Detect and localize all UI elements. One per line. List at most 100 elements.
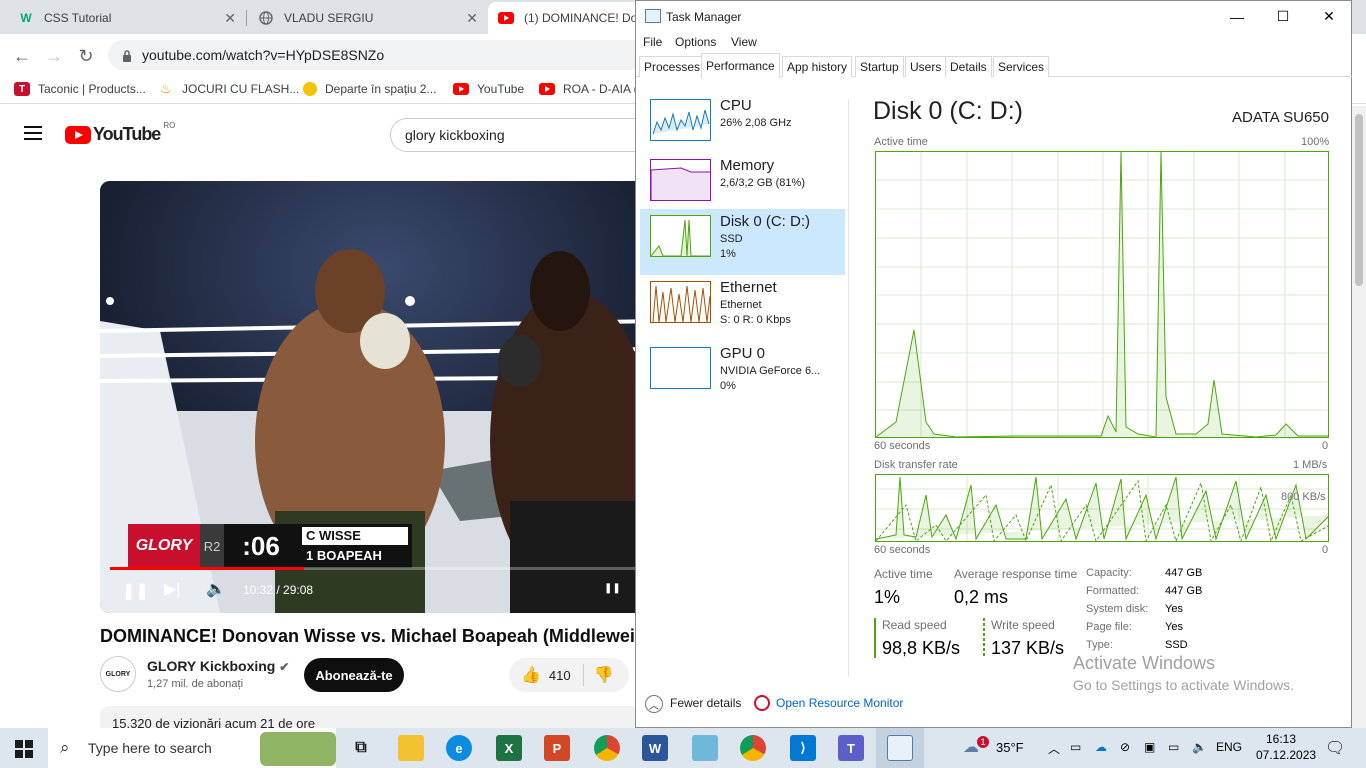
teams-icon[interactable]: T	[838, 735, 864, 761]
menu-options[interactable]: Options	[675, 35, 716, 49]
disk-heading: Disk 0 (C: D:)	[873, 97, 1023, 125]
avg-response-label: Average response time	[954, 567, 1078, 581]
network-icon[interactable]: ▭	[1070, 740, 1081, 754]
tab-css-tutorial[interactable]: W CSS Tutorial ✕	[8, 2, 244, 34]
forward-icon[interactable]: →	[41, 43, 67, 69]
reload-icon[interactable]: ↻	[73, 43, 99, 69]
active-time-stat-label: Active time	[874, 567, 933, 581]
wifi-off-icon[interactable]: ⊘	[1120, 740, 1130, 754]
video-player[interactable]: GLORY R2 :06 C WISSE 1 BOAPEAH ❚❚ ▶| 🔈 1…	[100, 181, 660, 613]
subscribe-button[interactable]: Abonează-te	[304, 658, 404, 692]
page-file-value: Yes	[1165, 621, 1183, 633]
channel-name-text: GLORY Kickboxing	[147, 658, 276, 674]
youtube-logo[interactable]: YouTube RO	[65, 121, 175, 145]
open-resource-monitor-link[interactable]: Open Resource Monitor	[776, 696, 903, 710]
menu-file[interactable]: File	[643, 35, 662, 49]
task-view-icon[interactable]: ⧉	[348, 735, 374, 761]
word-icon[interactable]: W	[642, 735, 668, 761]
scrollbar-thumb[interactable]	[1355, 114, 1363, 286]
dislike-icon[interactable]: 👎	[594, 665, 614, 685]
notifications-icon[interactable]: 🗨	[1325, 738, 1345, 758]
next-icon[interactable]: ▶|	[164, 579, 180, 599]
taskbar-search[interactable]: ⌕ Type here to search	[48, 728, 336, 768]
autoplay-toggle-icon[interactable]: ❚❚	[604, 583, 621, 594]
tab-services[interactable]: Services	[993, 56, 1050, 77]
video-progress-bar[interactable]	[110, 567, 650, 570]
bookmark-departe[interactable]: Departe în spațiu 2...	[303, 82, 436, 96]
file-explorer-icon[interactable]	[398, 735, 424, 761]
transfer-rate-max: 1 MB/s	[1293, 459, 1328, 471]
channel-avatar[interactable]: GLORY	[100, 656, 136, 692]
player-controls: ❚❚ ▶| 🔈 10:32 / 29:08 ❚❚	[100, 579, 660, 601]
vscode-icon[interactable]: ⟩	[790, 735, 816, 761]
window-title: Task Manager	[666, 10, 742, 24]
weather-temp[interactable]: 35°F	[996, 740, 1024, 755]
volume-icon[interactable]: 🔈	[206, 579, 226, 599]
tab-youtube[interactable]: (1) DOMINANCE! Dor	[488, 2, 648, 34]
active-time-graph	[875, 151, 1329, 438]
close-tab-icon[interactable]: ✕	[224, 10, 236, 27]
progress-fill	[110, 567, 305, 570]
tab-app-history[interactable]: App history	[782, 56, 853, 77]
onedrive-icon[interactable]: ☁	[1095, 740, 1107, 754]
close-icon[interactable]: ✕	[1306, 1, 1352, 32]
graph-time-span: 60 seconds	[874, 544, 931, 556]
tab-details[interactable]: Details	[945, 56, 992, 77]
gpu-thumbnail	[650, 347, 711, 389]
bookmark-taconic[interactable]: T Taconic | Products...	[14, 82, 146, 96]
page-scrollbar[interactable]	[1352, 106, 1366, 728]
windows-start-icon[interactable]	[15, 740, 33, 761]
sidebar-item-disk[interactable]: Disk 0 (C: D:) SSD 1%	[640, 209, 845, 275]
clock-date[interactable]: 07.12.2023	[1256, 748, 1316, 762]
sidebar-item-ethernet[interactable]: Ethernet Ethernet S: 0 R: 0 Kbps	[640, 275, 845, 341]
read-speed-value: 98,8 KB/s	[882, 638, 961, 658]
performance-sidebar: CPU 26% 2,08 GHz Memory 2,6/3,2 GB (81%)…	[640, 93, 845, 413]
sidebar-item-gpu[interactable]: GPU 0 NVIDIA GeForce 6... 0%	[640, 341, 845, 407]
formatted-label: Formatted:	[1086, 585, 1140, 597]
pause-icon[interactable]: ❚❚	[122, 581, 149, 601]
clock-time[interactable]: 16:13	[1266, 732, 1296, 746]
fighter-2: 1 BOAPEAH	[302, 547, 408, 565]
system-disk-value: Yes	[1165, 603, 1183, 615]
like-icon[interactable]: 👍	[521, 665, 541, 685]
url-text: youtube.com/watch?v=HYpDSE8SNZo	[142, 47, 385, 63]
minimize-icon[interactable]: —	[1214, 1, 1260, 32]
write-speed-label: Write speed	[991, 618, 1055, 632]
notepad-icon[interactable]	[692, 735, 718, 761]
tab-users[interactable]: Users	[905, 56, 947, 77]
chevron-up-icon[interactable]: ︿	[1048, 740, 1060, 757]
tab-processes[interactable]: Processes	[639, 56, 706, 77]
youtube-icon	[453, 82, 469, 96]
powerpoint-icon[interactable]: P	[544, 735, 570, 761]
menu-icon[interactable]	[24, 126, 42, 140]
chrome-icon[interactable]	[594, 735, 620, 761]
sidebar-item-cpu[interactable]: CPU 26% 2,08 GHz	[640, 93, 845, 159]
address-bar[interactable]: youtube.com/watch?v=HYpDSE8SNZo	[108, 40, 668, 70]
bookmark-roa[interactable]: ROA - D-AIA (	[539, 82, 638, 96]
battery-icon[interactable]: ▭	[1168, 740, 1179, 754]
edge-icon[interactable]: e	[446, 735, 472, 761]
back-icon[interactable]: ←	[9, 43, 35, 69]
close-tab-icon[interactable]: ✕	[466, 10, 478, 27]
bookmark-youtube[interactable]: YouTube	[453, 82, 524, 96]
menu-bar: File Options View	[636, 32, 1352, 54]
chrome-profile-icon[interactable]	[740, 735, 766, 761]
language-indicator[interactable]: ENG	[1216, 740, 1242, 754]
task-manager-icon	[887, 735, 913, 761]
bookmark-jocuri[interactable]: ♨ JOCURI CU FLASH...	[158, 81, 299, 96]
tab-vladu-sergiu[interactable]: VLADU SERGIU ✕	[248, 2, 486, 34]
chevron-up-icon[interactable]: ︿	[645, 695, 663, 713]
tab-startup[interactable]: Startup	[855, 56, 904, 77]
like-count: 410	[548, 667, 571, 683]
volume-icon[interactable]: 🔈	[1192, 740, 1207, 754]
panel-divider	[848, 99, 849, 677]
excel-icon[interactable]: X	[496, 735, 522, 761]
menu-view[interactable]: View	[731, 35, 757, 49]
memory-thumbnail	[650, 159, 711, 201]
maximize-icon[interactable]: ☐	[1260, 1, 1306, 32]
tab-performance[interactable]: Performance	[701, 53, 780, 78]
channel-name[interactable]: GLORY Kickboxing ✔	[147, 658, 289, 674]
meet-now-icon[interactable]: ▣	[1144, 740, 1155, 754]
youtube-play-icon	[65, 125, 91, 144]
fewer-details-button[interactable]: Fewer details	[670, 696, 741, 710]
